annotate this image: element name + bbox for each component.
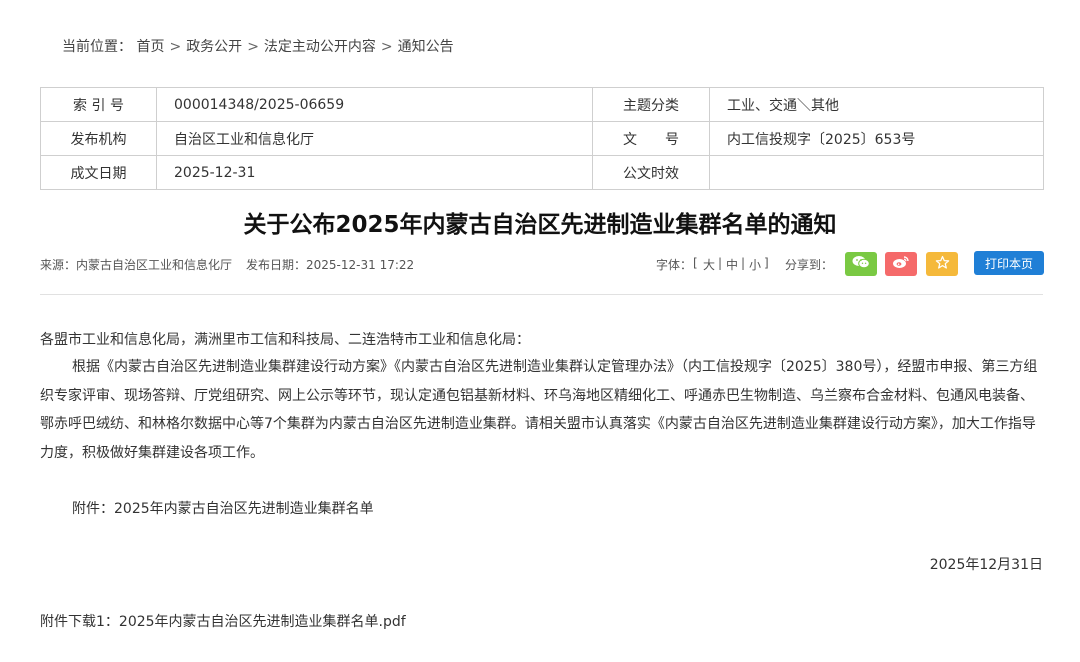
written-date-label: 成文日期 bbox=[40, 155, 157, 190]
meta-row: 成文日期 2025-12-31 公文时效 bbox=[40, 155, 1044, 190]
source-text: 来源：内蒙古自治区工业和信息化厅 bbox=[40, 258, 233, 272]
breadcrumb-separator: > bbox=[169, 39, 182, 55]
document-number-label: 文 号 bbox=[592, 121, 710, 156]
font-bracket-close: ] bbox=[764, 256, 769, 270]
breadcrumb-label: 当前位置： bbox=[62, 39, 132, 55]
breadcrumb-home[interactable]: 首页 bbox=[136, 39, 164, 55]
topic-value: 工业、交通＼其他 bbox=[709, 87, 1044, 122]
star-icon bbox=[935, 255, 950, 274]
publisher-label: 发布机构 bbox=[40, 121, 157, 156]
written-date-value: 2025-12-31 bbox=[156, 155, 593, 190]
breadcrumb-separator: > bbox=[247, 39, 259, 55]
wechat-icon bbox=[852, 255, 870, 273]
index-number-label: 索 引 号 bbox=[40, 87, 157, 122]
font-separator: | bbox=[741, 256, 746, 270]
salutation: 各盟市工业和信息化局，满洲里市工信和科技局、二连浩特市工业和信息化局： bbox=[40, 332, 530, 348]
meta-row: 发布机构 自治区工业和信息化厅 文 号 内工信投规字〔2025〕653号 bbox=[40, 121, 1044, 156]
share-wechat-button[interactable] bbox=[845, 252, 877, 276]
attachment-download-link[interactable]: 附件下载1：2025年内蒙古自治区先进制造业集群名单.pdf bbox=[40, 611, 406, 631]
validity-value bbox=[709, 155, 1044, 190]
font-small-button[interactable]: 小 bbox=[749, 256, 761, 273]
topic-label: 主题分类 bbox=[592, 87, 710, 122]
document-number-value: 内工信投规字〔2025〕653号 bbox=[709, 121, 1044, 156]
index-number-value: 000014348/2025-06659 bbox=[156, 87, 593, 122]
divider bbox=[40, 294, 1043, 295]
attachment-note: 附件：2025年内蒙古自治区先进制造业集群名单 bbox=[72, 501, 374, 517]
breadcrumb-separator: > bbox=[380, 39, 393, 55]
font-bracket-open: [ bbox=[693, 256, 698, 270]
publish-date-text: 发布日期：2025-12-31 17:22 bbox=[246, 258, 415, 272]
article-info: 来源：内蒙古自治区工业和信息化厅 发布日期：2025-12-31 17:22 bbox=[40, 256, 414, 273]
article-title: 关于公布2025年内蒙古自治区先进制造业集群名单的通知 bbox=[243, 212, 837, 238]
publisher-value: 自治区工业和信息化厅 bbox=[156, 121, 593, 156]
font-large-button[interactable]: 大 bbox=[703, 256, 715, 273]
share-label: 分享到： bbox=[785, 258, 834, 272]
document-meta-table: 索 引 号 000014348/2025-06659 主题分类 工业、交通＼其他… bbox=[40, 87, 1044, 190]
breadcrumb-statutory-content[interactable]: 法定主动公开内容 bbox=[264, 39, 376, 55]
body-paragraph: 根据《内蒙古自治区先进制造业集群建设行动方案》《内蒙古自治区先进制造业集群认定管… bbox=[40, 359, 1038, 462]
breadcrumb: 当前位置： 首页 > 政务公开 > 法定主动公开内容 > 通知公告 bbox=[62, 36, 454, 56]
share-weibo-button[interactable] bbox=[885, 252, 917, 276]
print-button[interactable]: 打印本页 bbox=[974, 251, 1044, 275]
validity-label: 公文时效 bbox=[592, 155, 710, 190]
breadcrumb-gov-affairs[interactable]: 政务公开 bbox=[186, 39, 242, 55]
weibo-icon bbox=[892, 255, 910, 273]
font-size-label: 字体： bbox=[656, 258, 693, 272]
share-qzone-button[interactable] bbox=[926, 252, 958, 276]
meta-row: 索 引 号 000014348/2025-06659 主题分类 工业、交通＼其他 bbox=[40, 87, 1044, 122]
font-medium-button[interactable]: 中 bbox=[726, 256, 738, 273]
font-separator: | bbox=[718, 256, 723, 270]
breadcrumb-notices[interactable]: 通知公告 bbox=[398, 39, 454, 55]
signature-date: 2025年12月31日 bbox=[929, 557, 1043, 573]
